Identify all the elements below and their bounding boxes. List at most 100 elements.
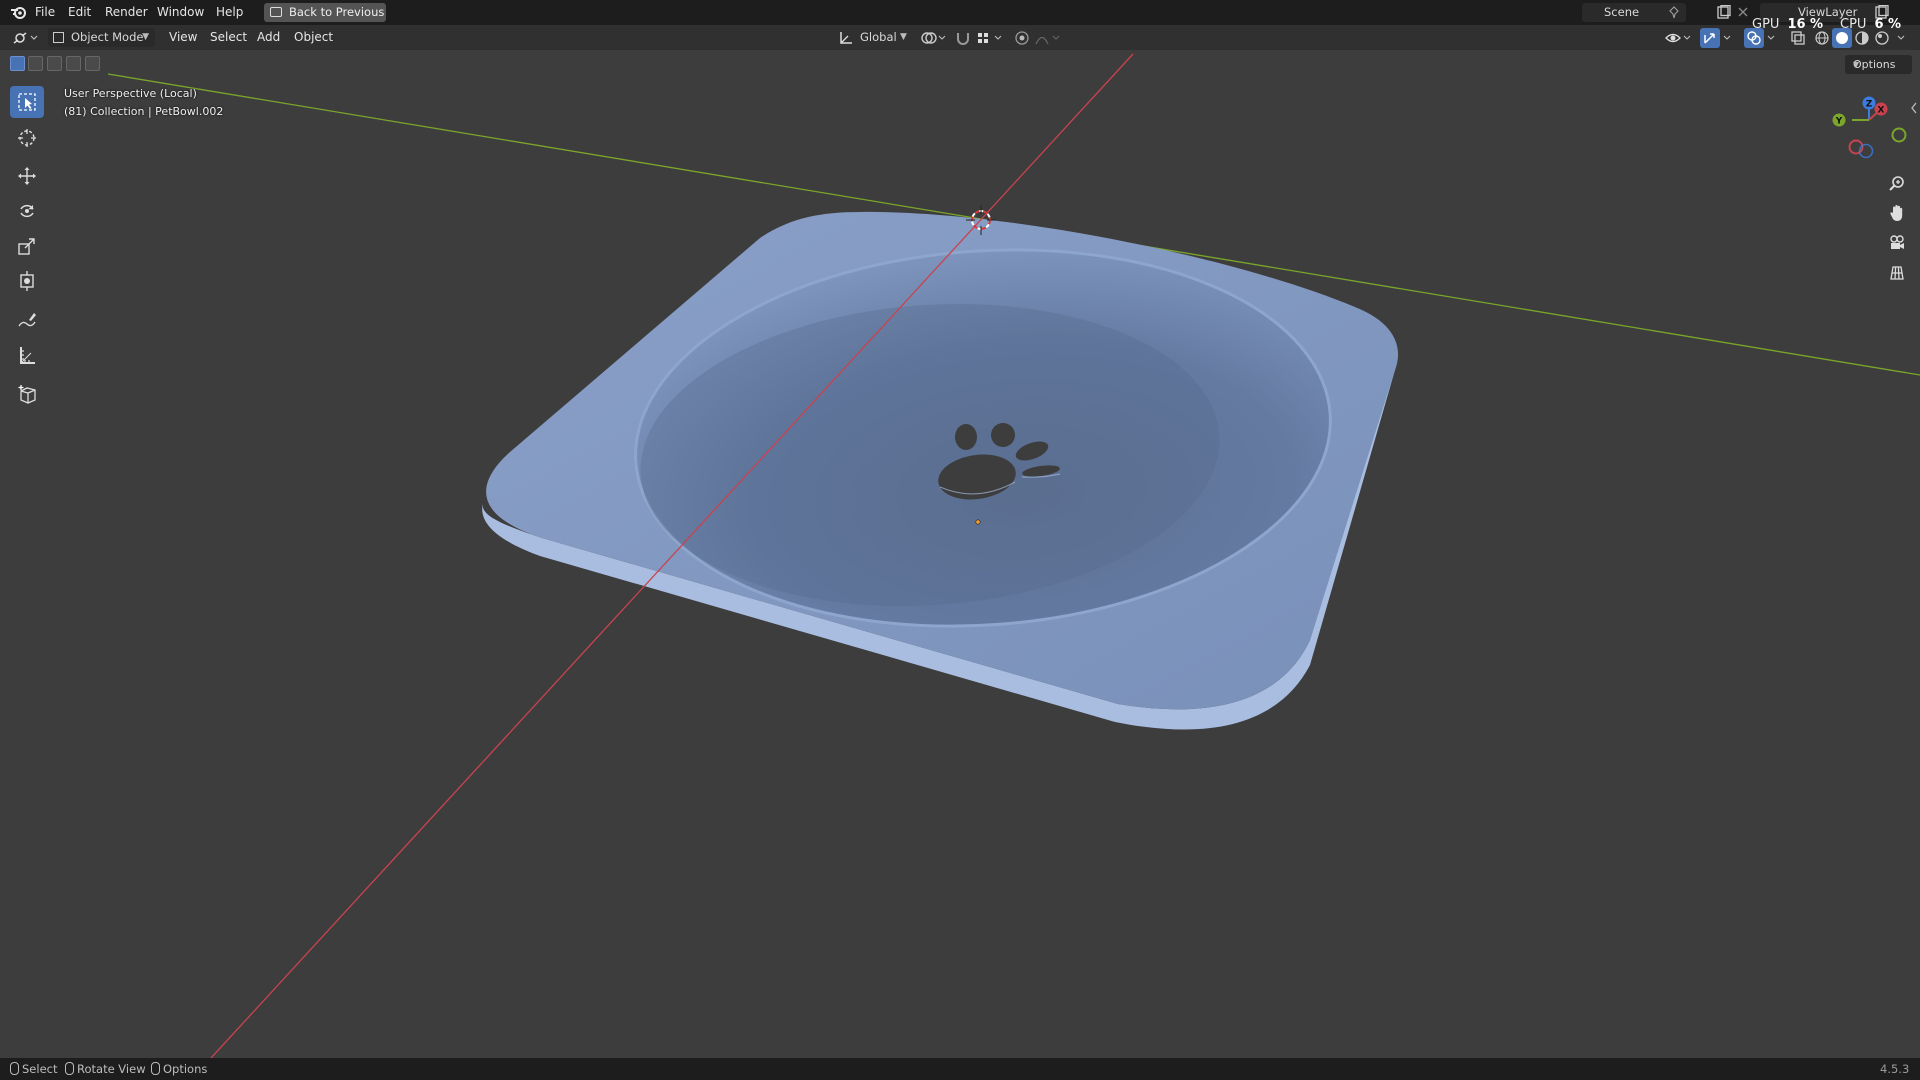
status-hint-options: Options — [151, 1058, 207, 1080]
gpu-label: GPU — [1752, 17, 1780, 32]
menu-object[interactable]: Object — [294, 25, 333, 50]
selection-mode-new[interactable] — [10, 56, 25, 71]
visibility-icon[interactable] — [1664, 30, 1692, 46]
menu-edit[interactable]: Edit — [68, 0, 91, 25]
object-mode-label: Object Mode — [71, 30, 144, 44]
navigation-gizmo[interactable]: Z X Y — [1822, 90, 1912, 164]
viewport-3d[interactable] — [0, 50, 1920, 1058]
mouse-left-icon — [10, 1062, 19, 1075]
camera-view-button[interactable] — [1882, 228, 1912, 258]
chevron-down-icon: ▼ — [1853, 60, 1860, 69]
close-icon[interactable] — [1738, 7, 1748, 17]
zoom-view-button[interactable] — [1882, 168, 1912, 198]
menu-window[interactable]: Window — [157, 0, 204, 25]
zoom-icon — [1889, 176, 1904, 191]
xray-icon[interactable] — [1790, 30, 1806, 46]
tool-measure[interactable] — [10, 339, 44, 371]
grid-icon — [1890, 266, 1904, 280]
proportional-editing-icon[interactable] — [1014, 30, 1030, 46]
top-bar: File Edit Render Window Help Back to Pre… — [0, 0, 1920, 25]
menu-add[interactable]: Add — [257, 25, 280, 50]
camera-icon — [1890, 235, 1904, 249]
pan-view-button[interactable] — [1882, 198, 1912, 228]
blender-logo-icon[interactable] — [10, 5, 28, 20]
annotate-icon — [18, 313, 36, 327]
tool-cursor[interactable] — [10, 122, 44, 154]
solid-shading-icon — [1836, 32, 1848, 44]
add-cube-icon — [18, 385, 36, 404]
scene-name: Scene — [1604, 5, 1640, 19]
status-bar: Select Rotate View Options 4.5.3 — [0, 1058, 1920, 1080]
transform-icon — [20, 271, 34, 291]
menu-select[interactable]: Select — [210, 25, 247, 50]
new-scene-icon[interactable] — [1716, 5, 1732, 20]
mouse-right-icon — [151, 1062, 160, 1075]
status-hint-rotate-label: Rotate View — [77, 1062, 146, 1076]
perspective-toggle-button[interactable] — [1882, 258, 1912, 288]
pin-icon[interactable] — [1668, 6, 1680, 19]
mouse-middle-icon — [65, 1062, 74, 1075]
tool-select-box[interactable] — [10, 86, 44, 118]
status-hint-select: Select — [10, 1058, 57, 1080]
tool-transform[interactable] — [10, 265, 44, 297]
gizmo-x-label: X — [1878, 106, 1885, 116]
chevron-down-icon[interactable]: ▼ — [900, 28, 907, 47]
snap-icon[interactable] — [955, 30, 971, 46]
back-to-previous-label: Back to Previous — [289, 5, 385, 19]
back-to-previous-button[interactable]: Back to Previous — [264, 3, 386, 22]
scale-icon — [18, 238, 35, 255]
transform-orientation-icon[interactable] — [838, 30, 854, 46]
collection-info-label: (81) Collection | PetBowl.002 — [64, 105, 224, 118]
object-mode-icon — [53, 32, 64, 43]
gizmo-y-label: Y — [1835, 117, 1843, 127]
measure-icon — [20, 347, 35, 364]
options-dropdown[interactable]: Options ▼ — [1845, 55, 1912, 74]
gpu-usage: GPU 16 % — [1752, 17, 1823, 32]
cpu-label: CPU — [1840, 17, 1867, 32]
cursor-icon — [18, 129, 36, 147]
selection-mode-extend[interactable] — [28, 56, 43, 71]
gpu-value: 16 % — [1787, 17, 1824, 32]
editor-type-icon[interactable] — [12, 30, 38, 45]
gizmo-z-label: Z — [1866, 100, 1873, 110]
select-box-icon — [18, 93, 36, 111]
cpu-value: 6 % — [1874, 17, 1902, 32]
chevron-down-icon[interactable] — [1766, 33, 1776, 43]
cpu-usage: CPU 6 % — [1840, 17, 1901, 32]
tool-scale[interactable] — [10, 230, 44, 262]
rotate-icon — [20, 204, 34, 218]
tool-annotate[interactable] — [10, 304, 44, 336]
menu-file[interactable]: File — [35, 0, 55, 25]
selection-mode-intersect[interactable] — [85, 56, 100, 71]
snap-target-icon[interactable] — [976, 30, 1004, 46]
chevron-down-icon[interactable] — [1896, 33, 1906, 43]
collapse-sidebar-icon[interactable] — [1910, 102, 1918, 114]
pivot-point-icon[interactable] — [920, 30, 946, 46]
overlays-icon — [1747, 31, 1761, 45]
fullscreen-back-icon — [270, 7, 282, 17]
version-label: 4.5.3 — [1880, 1062, 1910, 1076]
object-mode-dropdown[interactable]: Object Mode ▼ — [48, 28, 155, 47]
menu-help[interactable]: Help — [216, 0, 243, 25]
tool-move[interactable] — [10, 160, 44, 192]
material-shading-icon[interactable] — [1854, 30, 1870, 46]
chevron-down-icon: ▼ — [142, 32, 149, 42]
tool-rotate[interactable] — [10, 195, 44, 227]
hand-icon — [1890, 205, 1903, 221]
status-hint-select-label: Select — [22, 1062, 58, 1076]
menu-view[interactable]: View — [169, 25, 197, 50]
rendered-shading-icon[interactable] — [1874, 30, 1890, 46]
move-icon — [18, 167, 36, 185]
chevron-down-icon[interactable] — [1722, 33, 1732, 43]
menu-render[interactable]: Render — [105, 0, 148, 25]
transform-orientation-dropdown[interactable]: Global — [860, 28, 897, 47]
tool-add-cube[interactable] — [10, 378, 44, 410]
scene-selector[interactable]: Scene — [1582, 3, 1686, 22]
status-hint-rotate: Rotate View — [65, 1058, 146, 1080]
falloff-icon[interactable] — [1034, 30, 1062, 46]
status-hint-options-label: Options — [163, 1062, 208, 1076]
gizmo-neg-y[interactable] — [1891, 127, 1907, 143]
selection-mode-subtract[interactable] — [47, 56, 62, 71]
wireframe-shading-icon[interactable] — [1814, 30, 1830, 46]
selection-mode-invert[interactable] — [66, 56, 81, 71]
